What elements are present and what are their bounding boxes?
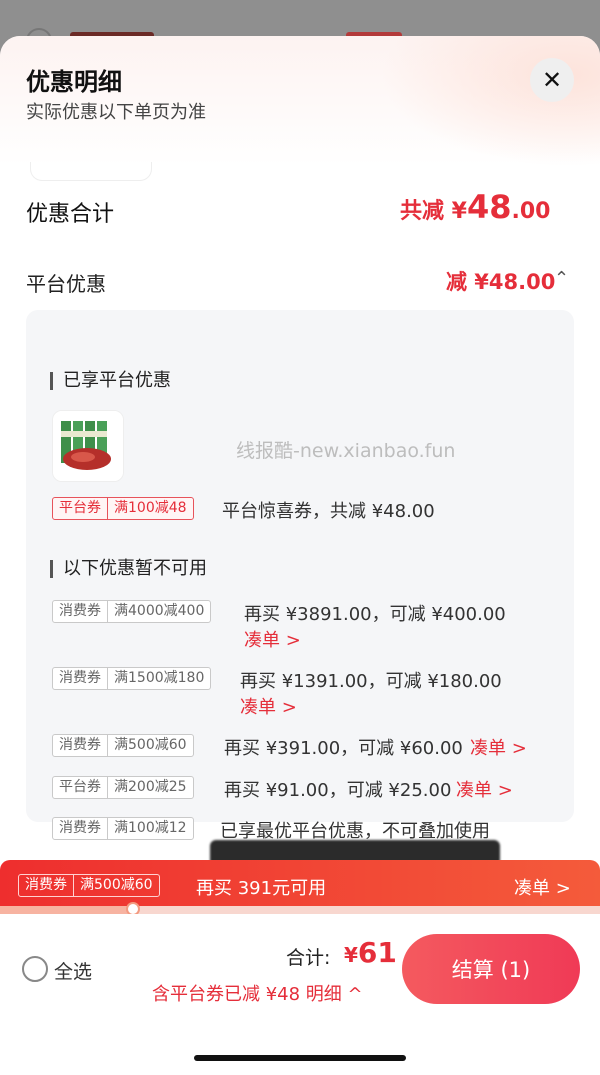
- coupon-tag: 消费券 满4000减400: [52, 600, 212, 623]
- currency-symbol: ¥: [344, 943, 358, 967]
- total-prefix: 共减 ¥: [400, 199, 467, 224]
- coupon-rule: 满4000减400: [107, 601, 210, 622]
- add-items-link[interactable]: 凑单 >: [240, 693, 297, 719]
- platform-discount-value[interactable]: 减 ¥48.00: [446, 266, 555, 296]
- total-amount: 61: [357, 936, 397, 969]
- select-all-radio[interactable]: [22, 956, 48, 982]
- watermark-text: 线报酷-new.xianbao.fun: [236, 440, 456, 462]
- coupon-tag: 消费券 满1500减180: [52, 667, 212, 690]
- saved-detail-link[interactable]: 含平台券已减 ¥48 明细 ^: [152, 980, 363, 1006]
- promo-coupon-rule: 满500减60: [73, 875, 159, 896]
- coupon-rule: 满500减60: [107, 735, 193, 756]
- chevron-up-icon[interactable]: ⌃: [554, 268, 569, 289]
- home-indicator: [194, 1055, 406, 1061]
- enjoyed-heading: 已享平台优惠: [50, 372, 171, 390]
- coupon-desc: 再买 ¥391.00，可减 ¥60.00: [224, 738, 463, 759]
- discount-total-value: 共减 ¥48.00: [400, 188, 550, 226]
- coupon-type: 平台券: [59, 500, 101, 516]
- coupon-desc: 平台惊喜券，共减 ¥48.00: [222, 501, 435, 522]
- promo-coupon-type: 消费券: [25, 877, 67, 893]
- collapsed-card-edge: [30, 162, 152, 181]
- header-decoration: [380, 36, 600, 166]
- total-int: 48: [466, 188, 512, 226]
- product-image: [53, 411, 123, 481]
- add-items-link[interactable]: 凑单 >: [470, 734, 527, 760]
- coupon-desc: 再买 ¥1391.00，可减 ¥180.00: [240, 671, 502, 692]
- total-dec: .00: [511, 199, 551, 224]
- promo-text: 再买 391元可用: [196, 878, 327, 899]
- add-items-link[interactable]: 凑单 >: [244, 626, 301, 652]
- promo-add-items-link[interactable]: 凑单 >: [514, 874, 571, 900]
- close-icon: ✕: [541, 66, 563, 94]
- promo-coupon-tag: 消费券 满500减60: [18, 874, 160, 897]
- promo-progress-fill: [0, 906, 132, 914]
- total-price: ¥61: [344, 936, 397, 969]
- coupon-tag: 消费券 满100减12: [52, 817, 194, 840]
- coupon-rule: 满200减25: [107, 777, 193, 798]
- unavailable-heading: 以下优惠暂不可用: [50, 560, 207, 578]
- coupon-type: 消费券: [59, 670, 101, 686]
- coupon-rule: 满100减48: [107, 498, 193, 519]
- coupon-tag: 平台券 满200减25: [52, 776, 194, 799]
- add-items-link[interactable]: 凑单 >: [456, 776, 513, 802]
- select-all-label[interactable]: 全选: [54, 957, 92, 984]
- close-button[interactable]: ✕: [530, 58, 574, 102]
- checkout-button[interactable]: 结算 (1): [402, 934, 580, 1004]
- coupon-desc: 再买 ¥91.00，可减 ¥25.00: [224, 780, 452, 801]
- coupon-rule: 满100减12: [107, 818, 193, 839]
- coupon-type: 消费券: [59, 820, 101, 836]
- coupon-tag: 平台券 满100减48: [52, 497, 194, 520]
- sheet-subtitle: 实际优惠以下单页为准: [26, 102, 206, 123]
- coupon-rule: 满1500减180: [107, 668, 210, 689]
- coupon-type: 平台券: [59, 779, 101, 795]
- total-label: 合计:: [286, 947, 331, 969]
- discount-total-label: 优惠合计: [26, 202, 115, 227]
- coupon-type: 消费券: [59, 737, 101, 753]
- platform-discount-label: 平台优惠: [26, 272, 106, 296]
- sheet-title: 优惠明细: [26, 68, 122, 96]
- coupon-tag: 消费券 满500减60: [52, 734, 194, 757]
- coupon-desc: 再买 ¥3891.00，可减 ¥400.00: [244, 604, 506, 625]
- product-thumbnail: [52, 410, 124, 482]
- coupon-type: 消费券: [59, 603, 101, 619]
